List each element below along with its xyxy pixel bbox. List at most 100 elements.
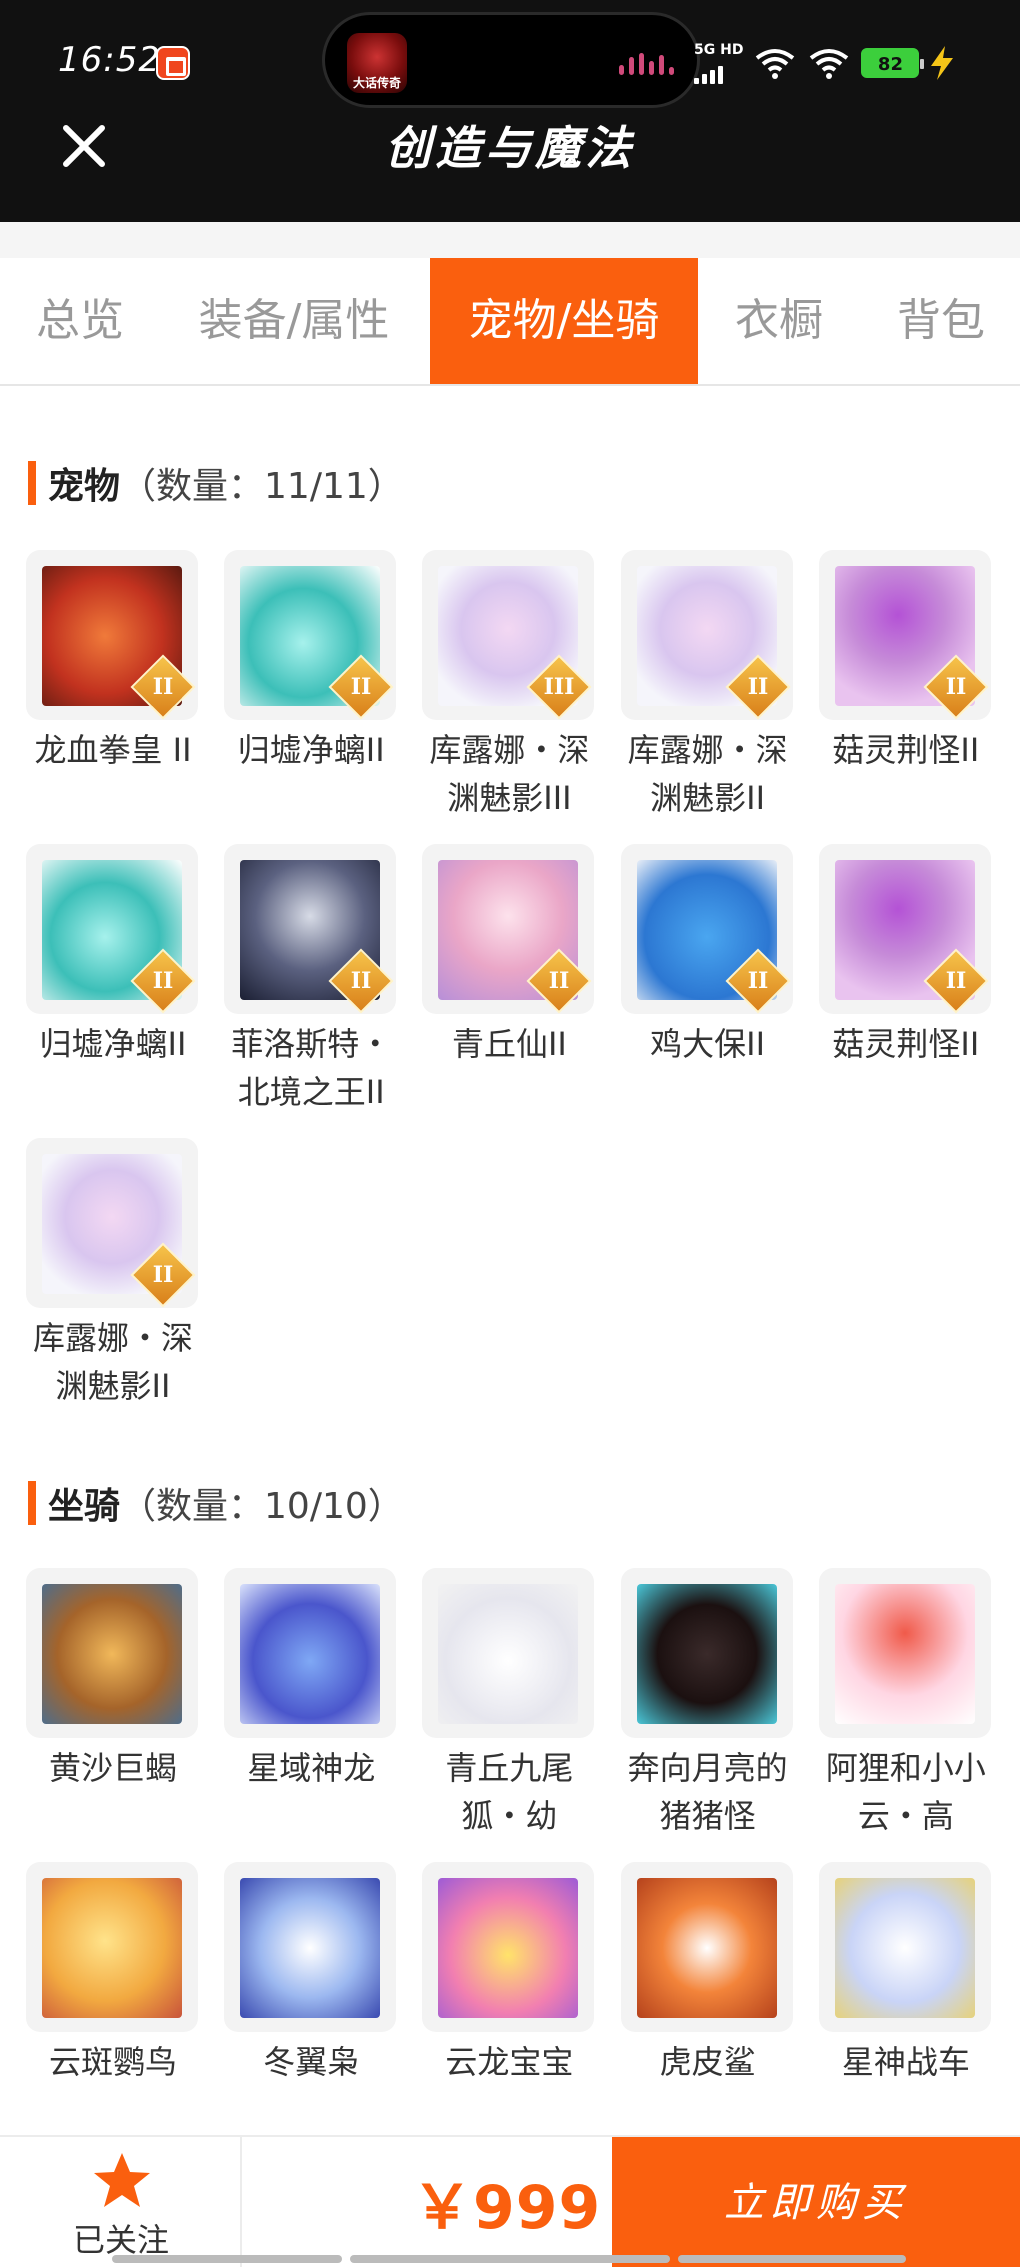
golden-scorpion-mount-icon	[42, 1584, 182, 1724]
mounts-card[interactable]: 虎皮鲨	[620, 1862, 795, 2086]
buy-now-button[interactable]: 立即购买	[612, 2137, 1020, 2267]
pets-name: 青丘仙II	[451, 1025, 567, 1063]
mounts-title: 坐骑	[48, 1486, 121, 1527]
pets-thumbnail[interactable]: II	[224, 550, 397, 720]
divider-strip	[0, 222, 1020, 258]
pets-card[interactable]: III 库露娜・深渊魅影III	[422, 550, 596, 822]
rank-badge-label: II	[350, 674, 372, 700]
status-time: 16:52	[58, 40, 161, 80]
mounts-name: 阿狸和小小云・高	[825, 1749, 986, 1835]
home-indicator	[350, 2255, 670, 2263]
bottom-action-bar: 已关注 ￥999 立即购买	[0, 2135, 1020, 2267]
star-horse-mount-icon	[834, 1878, 975, 2018]
mounts-thumbnail[interactable]	[422, 1862, 595, 2032]
rank-badge-label: II	[945, 968, 967, 994]
pets-thumbnail[interactable]: II	[422, 844, 595, 1014]
tab-backpack[interactable]: 背包	[862, 258, 1020, 384]
status-and-header-bar: 16:52 大话传奇 5G HD 82 创造与魔法	[0, 0, 1020, 222]
rank-badge-label: II	[152, 968, 174, 994]
dynamic-island[interactable]: 大话传奇	[322, 12, 700, 108]
baby-dragon-mount-icon	[438, 1878, 579, 2018]
home-indicator	[678, 2255, 906, 2263]
section-accent-bar	[28, 461, 36, 505]
pets-name: 库露娜・深渊魅影II	[32, 1319, 193, 1405]
pets-name: 库露娜・深渊魅影III	[429, 731, 590, 817]
tiger-shark-mount-icon	[636, 1878, 777, 2018]
rank-badge-label: II	[350, 968, 372, 994]
pets-card[interactable]: II 菇灵荆怪II	[818, 844, 993, 1068]
mounts-card[interactable]: 奔向月亮的猪猪怪	[620, 1568, 795, 1840]
pets-thumbnail[interactable]: II	[620, 550, 793, 720]
mounts-thumbnail[interactable]	[620, 1568, 793, 1738]
tab-pets-mounts[interactable]: 宠物/坐骑	[430, 258, 698, 384]
tab-overview[interactable]: 总览	[0, 258, 160, 384]
mounts-card[interactable]: 冬翼枭	[224, 1862, 398, 2086]
mounts-thumbnail[interactable]	[224, 1862, 397, 2032]
tab-bar: 总览 装备/属性 宠物/坐骑 衣橱 背包	[0, 258, 1020, 386]
tab-equipment[interactable]: 装备/属性	[176, 258, 412, 384]
rank-badge-label: II	[747, 968, 768, 994]
pets-thumbnail[interactable]: II	[26, 1138, 198, 1308]
rank-badge-label: III	[543, 674, 575, 700]
pets-section-title: 宠物 （数量：11/11）	[28, 460, 404, 507]
mounts-card[interactable]: 云斑鹦鸟	[26, 1862, 200, 2086]
pets-card[interactable]: II 库露娜・深渊魅影II	[620, 550, 795, 822]
pets-thumbnail[interactable]: II	[818, 844, 991, 1014]
pets-card[interactable]: II 库露娜・深渊魅影II	[26, 1138, 200, 1410]
mounts-name: 奔向月亮的猪猪怪	[627, 1749, 788, 1835]
pets-thumbnail[interactable]: II	[818, 550, 991, 720]
wifi-icon	[810, 49, 849, 79]
mounts-thumbnail[interactable]	[224, 1568, 397, 1738]
pets-thumbnail[interactable]: II	[224, 844, 397, 1014]
parrot-mount-icon	[42, 1878, 182, 2018]
charging-bolt-icon	[931, 46, 954, 80]
notification-app-icon	[156, 46, 190, 80]
pets-card[interactable]: II 龙血拳皇 II	[26, 550, 200, 774]
mounts-thumbnail[interactable]	[422, 1568, 595, 1738]
pets-name: 龙血拳皇 II	[34, 731, 192, 769]
mounts-card[interactable]: 青丘九尾狐・幼	[422, 1568, 596, 1840]
mounts-count: （数量：10/10）	[120, 1486, 404, 1527]
pets-title: 宠物	[48, 466, 121, 507]
section-accent-bar	[28, 1481, 36, 1525]
mounts-card[interactable]: 星域神龙	[224, 1568, 398, 1792]
mounts-card[interactable]: 星神战车	[818, 1862, 993, 2086]
home-indicator	[112, 2255, 342, 2263]
rank-badge-label: II	[152, 1262, 174, 1288]
pets-card[interactable]: II 青丘仙II	[422, 844, 596, 1068]
pets-card[interactable]: II 鸡大保II	[620, 844, 795, 1068]
mounts-name: 云斑鹦鸟	[48, 2043, 177, 2081]
mounts-card[interactable]: 阿狸和小小云・高	[818, 1568, 993, 1840]
rank-badge-label: II	[549, 968, 570, 994]
tab-wardrobe[interactable]: 衣橱	[704, 258, 854, 384]
battery-icon: 82	[861, 48, 925, 78]
pets-thumbnail[interactable]: II	[26, 550, 198, 720]
mounts-thumbnail[interactable]	[818, 1862, 991, 2032]
follow-button[interactable]: 已关注	[0, 2137, 242, 2267]
rank-badge-label: II	[152, 674, 174, 700]
mounts-card[interactable]: 黄沙巨蝎	[26, 1568, 200, 1792]
pets-thumbnail[interactable]: II	[620, 844, 793, 1014]
rank-badge-label: II	[747, 674, 768, 700]
game-app-icon: 大话传奇	[347, 33, 407, 93]
white-fox-mount-icon	[438, 1584, 579, 1724]
pets-card[interactable]: II 菲洛斯特・北境之王II	[224, 844, 398, 1116]
pets-card[interactable]: II 归墟净螭II	[224, 550, 398, 774]
pets-thumbnail[interactable]: III	[422, 550, 595, 720]
mounts-name: 云龙宝宝	[445, 2043, 574, 2081]
rank-badge-label: II	[945, 674, 967, 700]
pets-thumbnail[interactable]: II	[26, 844, 198, 1014]
mounts-card[interactable]: 云龙宝宝	[422, 1862, 596, 2086]
mounts-thumbnail[interactable]	[818, 1568, 991, 1738]
network-label: 5G HD	[694, 41, 744, 58]
mounts-thumbnail[interactable]	[26, 1568, 198, 1738]
status-indicators: 5G HD 82	[694, 38, 955, 88]
pets-name: 归墟净螭II	[237, 731, 385, 769]
pets-card[interactable]: II 归墟净螭II	[26, 844, 200, 1068]
mounts-thumbnail[interactable]	[26, 1862, 198, 2032]
mounts-name: 虎皮鲨	[659, 2043, 756, 2081]
mounts-thumbnail[interactable]	[620, 1862, 793, 2032]
pets-name: 菇灵荆怪II	[832, 1025, 980, 1063]
pets-card[interactable]: II 菇灵荆怪II	[818, 550, 993, 774]
mounts-name: 黄沙巨蝎	[48, 1749, 177, 1787]
